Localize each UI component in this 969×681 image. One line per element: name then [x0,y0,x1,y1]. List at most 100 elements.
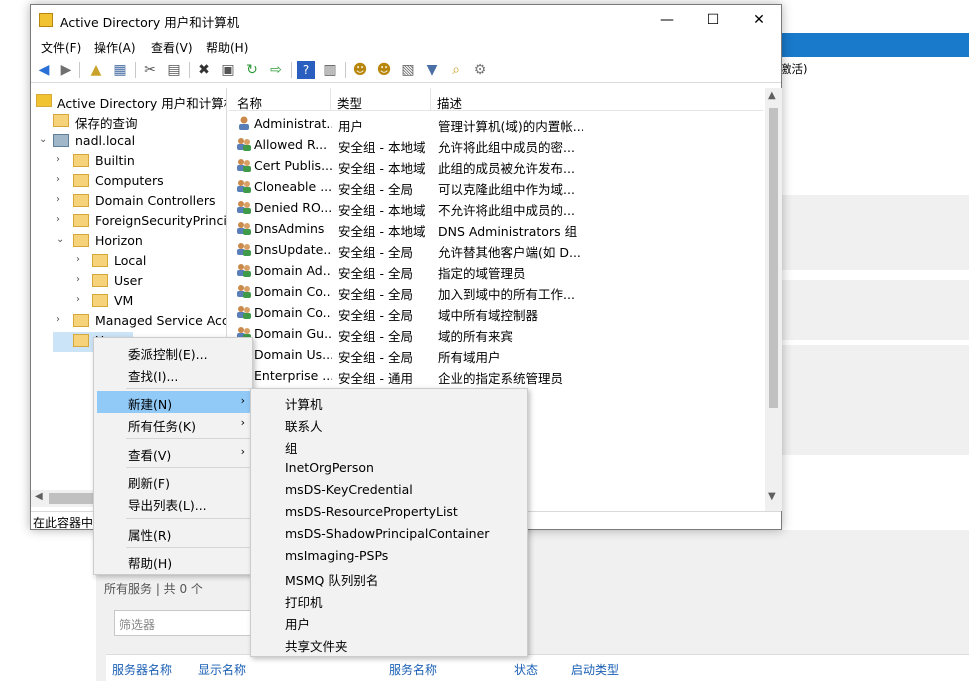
list-cell-name: DnsUpdate... [254,242,332,257]
list-item[interactable]: Domain Co... 安全组 - 全局 加入到域中的所有工作... [229,281,763,302]
chevron-down-icon[interactable]: ⌄ [56,234,68,245]
list-item[interactable]: Allowed R... 安全组 - 本地域 允许将此组中成员的密... [229,134,763,155]
column-server-name[interactable]: 服务器名称 [112,661,172,678]
title-bar[interactable]: Active Directory 用户和计算机 — ☐ ✕ [31,5,781,35]
chevron-right-icon[interactable]: › [76,254,88,265]
list-cell-type: 安全组 - 全局 [338,329,413,344]
console-tree-icon[interactable]: ▦ [111,61,129,79]
list-item[interactable]: Domain Us... 安全组 - 全局 所有域用户 [229,344,763,365]
list-item[interactable]: Administrat... 用户 管理计算机(域)的内置帐... [229,113,763,134]
list-cell-name: Domain Ad... [254,263,332,278]
list-item[interactable]: DnsUpdate... 安全组 - 全局 允许替其他客户端(如 D... [229,239,763,260]
submenu-item-shadowprincipalcontainer[interactable]: msDS-ShadowPrincipalContainer [254,523,526,545]
list-cell-description: 域的所有来宾 [438,329,514,344]
submenu-item-contact[interactable]: 联系人 [254,413,526,435]
menu-item-all-tasks[interactable]: 所有任务(K) › [97,413,251,435]
scroll-left-icon[interactable]: ◀ [35,491,43,502]
list-cell-name: Allowed R... [254,137,328,152]
delete-icon[interactable]: ✖ [195,61,213,79]
filter-input[interactable]: 筛选器 [114,610,254,636]
list-item[interactable]: DnsAdmins 安全组 - 本地域 DNS Administrators 组 [229,218,763,239]
submenu-item-keycredential[interactable]: msDS-KeyCredential [254,479,526,501]
server-manager-header [782,33,969,57]
list-cell-description: 可以克隆此组中作为域... [438,182,575,197]
new-ou-icon[interactable]: ▧ [399,61,417,79]
menu-item-find[interactable]: 查找(I)... [97,363,251,385]
group-icon [236,220,252,236]
new-group-icon[interactable]: ☻ [375,61,393,79]
submenu-item-inetorgperson[interactable]: InetOrgPerson [254,457,526,479]
list-cell-type: 用户 [338,119,364,134]
column-service-name[interactable]: 服务名称 [389,661,437,678]
list-item[interactable]: Cert Publis... 安全组 - 本地域 此组的成员被允许发布... [229,155,763,176]
menu-item-delegate[interactable]: 委派控制(E)... [97,341,251,363]
list-cell-type: 安全组 - 本地域 [338,161,426,176]
menu-item-refresh[interactable]: 刷新(F) [97,470,251,492]
menu-item-export-list[interactable]: 导出列表(L)... [97,492,251,514]
find-icon[interactable]: ⌕ [447,61,465,79]
list-item[interactable]: Enterprise ... 安全组 - 通用 企业的指定系统管理员 [229,365,763,386]
new-user-icon[interactable]: ☻ [351,61,369,79]
scroll-down-icon[interactable]: ▼ [768,491,776,502]
menu-item-new[interactable]: 新建(N) › [97,391,251,413]
list-item[interactable]: Denied RO... 安全组 - 本地域 不允许将此组中成员的... [229,197,763,218]
chevron-right-icon[interactable]: › [56,154,68,165]
chevron-right-icon[interactable]: › [56,194,68,205]
menu-action[interactable]: 操作(A) [94,39,136,56]
chevron-right-icon[interactable]: › [56,314,68,325]
chevron-down-icon[interactable]: ⌄ [39,134,51,145]
submenu-item-shared-folder[interactable]: 共享文件夹 [254,633,526,655]
properties-icon[interactable]: ▣ [219,61,237,79]
menu-item-properties[interactable]: 属性(R) [97,522,251,544]
chevron-right-icon[interactable]: › [56,214,68,225]
paste-icon[interactable]: ▤ [165,61,183,79]
menu-item-help[interactable]: 帮助(H) [97,550,251,572]
list-vertical-scrollbar[interactable]: ▲ ▼ [765,88,782,511]
maximize-button[interactable]: ☐ [690,5,736,35]
column-display-name[interactable]: 显示名称 [198,661,246,678]
menu-view[interactable]: 查看(V) [151,39,193,56]
submenu-item-msmq-alias[interactable]: MSMQ 队列别名 [254,567,526,589]
column-status[interactable]: 状态 [514,661,538,678]
submenu-item-group[interactable]: 组 [254,435,526,457]
list-cell-type: 安全组 - 全局 [338,287,413,302]
toolbar: ◀ ▶ ▲ ▦ ✂ ▤ ✖ ▣ ↻ ⇨ ? ▥ ☻ ☻ ▧ ▼ ⌕ ⚙ [31,57,781,83]
chevron-right-icon[interactable]: › [56,174,68,185]
column-type[interactable]: 类型 [337,93,362,112]
back-icon[interactable]: ◀ [35,61,53,79]
refresh-icon[interactable]: ↻ [243,61,261,79]
list-item[interactable]: Domain Co... 安全组 - 全局 域中所有域控制器 [229,302,763,323]
add-to-group-icon[interactable]: ⚙ [471,61,489,79]
background-panel [782,345,969,455]
list-item[interactable]: Cloneable ... 安全组 - 全局 可以克隆此组中作为域... [229,176,763,197]
list-cell-type: 安全组 - 本地域 [338,224,426,239]
minimize-button[interactable]: — [644,5,690,35]
export-icon[interactable]: ⇨ [267,61,285,79]
menu-help[interactable]: 帮助(H) [206,39,248,56]
chevron-right-icon[interactable]: › [76,274,88,285]
submenu-item-imaging-psps[interactable]: msImaging-PSPs [254,545,526,567]
submenu-item-printer[interactable]: 打印机 [254,589,526,611]
submenu-item-computer[interactable]: 计算机 [254,391,526,413]
chevron-right-icon[interactable]: › [76,294,88,305]
filter-icon[interactable]: ▼ [423,61,441,79]
column-name[interactable]: 名称 [237,93,262,112]
list-cell-name: Enterprise ... [254,368,332,383]
list-cell-name: Domain Co... [254,305,332,320]
list-item[interactable]: Domain Ad... 安全组 - 全局 指定的域管理员 [229,260,763,281]
list-item[interactable]: Domain Gu... 安全组 - 全局 域的所有来宾 [229,323,763,344]
column-description[interactable]: 描述 [437,93,462,112]
close-button[interactable]: ✕ [736,5,782,35]
menu-item-view[interactable]: 查看(V) › [97,442,251,464]
submenu-item-user[interactable]: 用户 [254,611,526,633]
scroll-up-icon[interactable]: ▲ [768,90,776,101]
up-folder-icon[interactable]: ▲ [87,61,105,79]
show-pane-icon[interactable]: ▥ [321,61,339,79]
submenu-item-resourcepropertylist[interactable]: msDS-ResourcePropertyList [254,501,526,523]
column-startup-type[interactable]: 启动类型 [571,661,619,678]
cut-icon[interactable]: ✂ [141,61,159,79]
forward-icon[interactable]: ▶ [57,61,75,79]
scroll-thumb[interactable] [769,108,778,408]
help-icon[interactable]: ? [297,61,315,79]
menu-file[interactable]: 文件(F) [41,39,81,56]
